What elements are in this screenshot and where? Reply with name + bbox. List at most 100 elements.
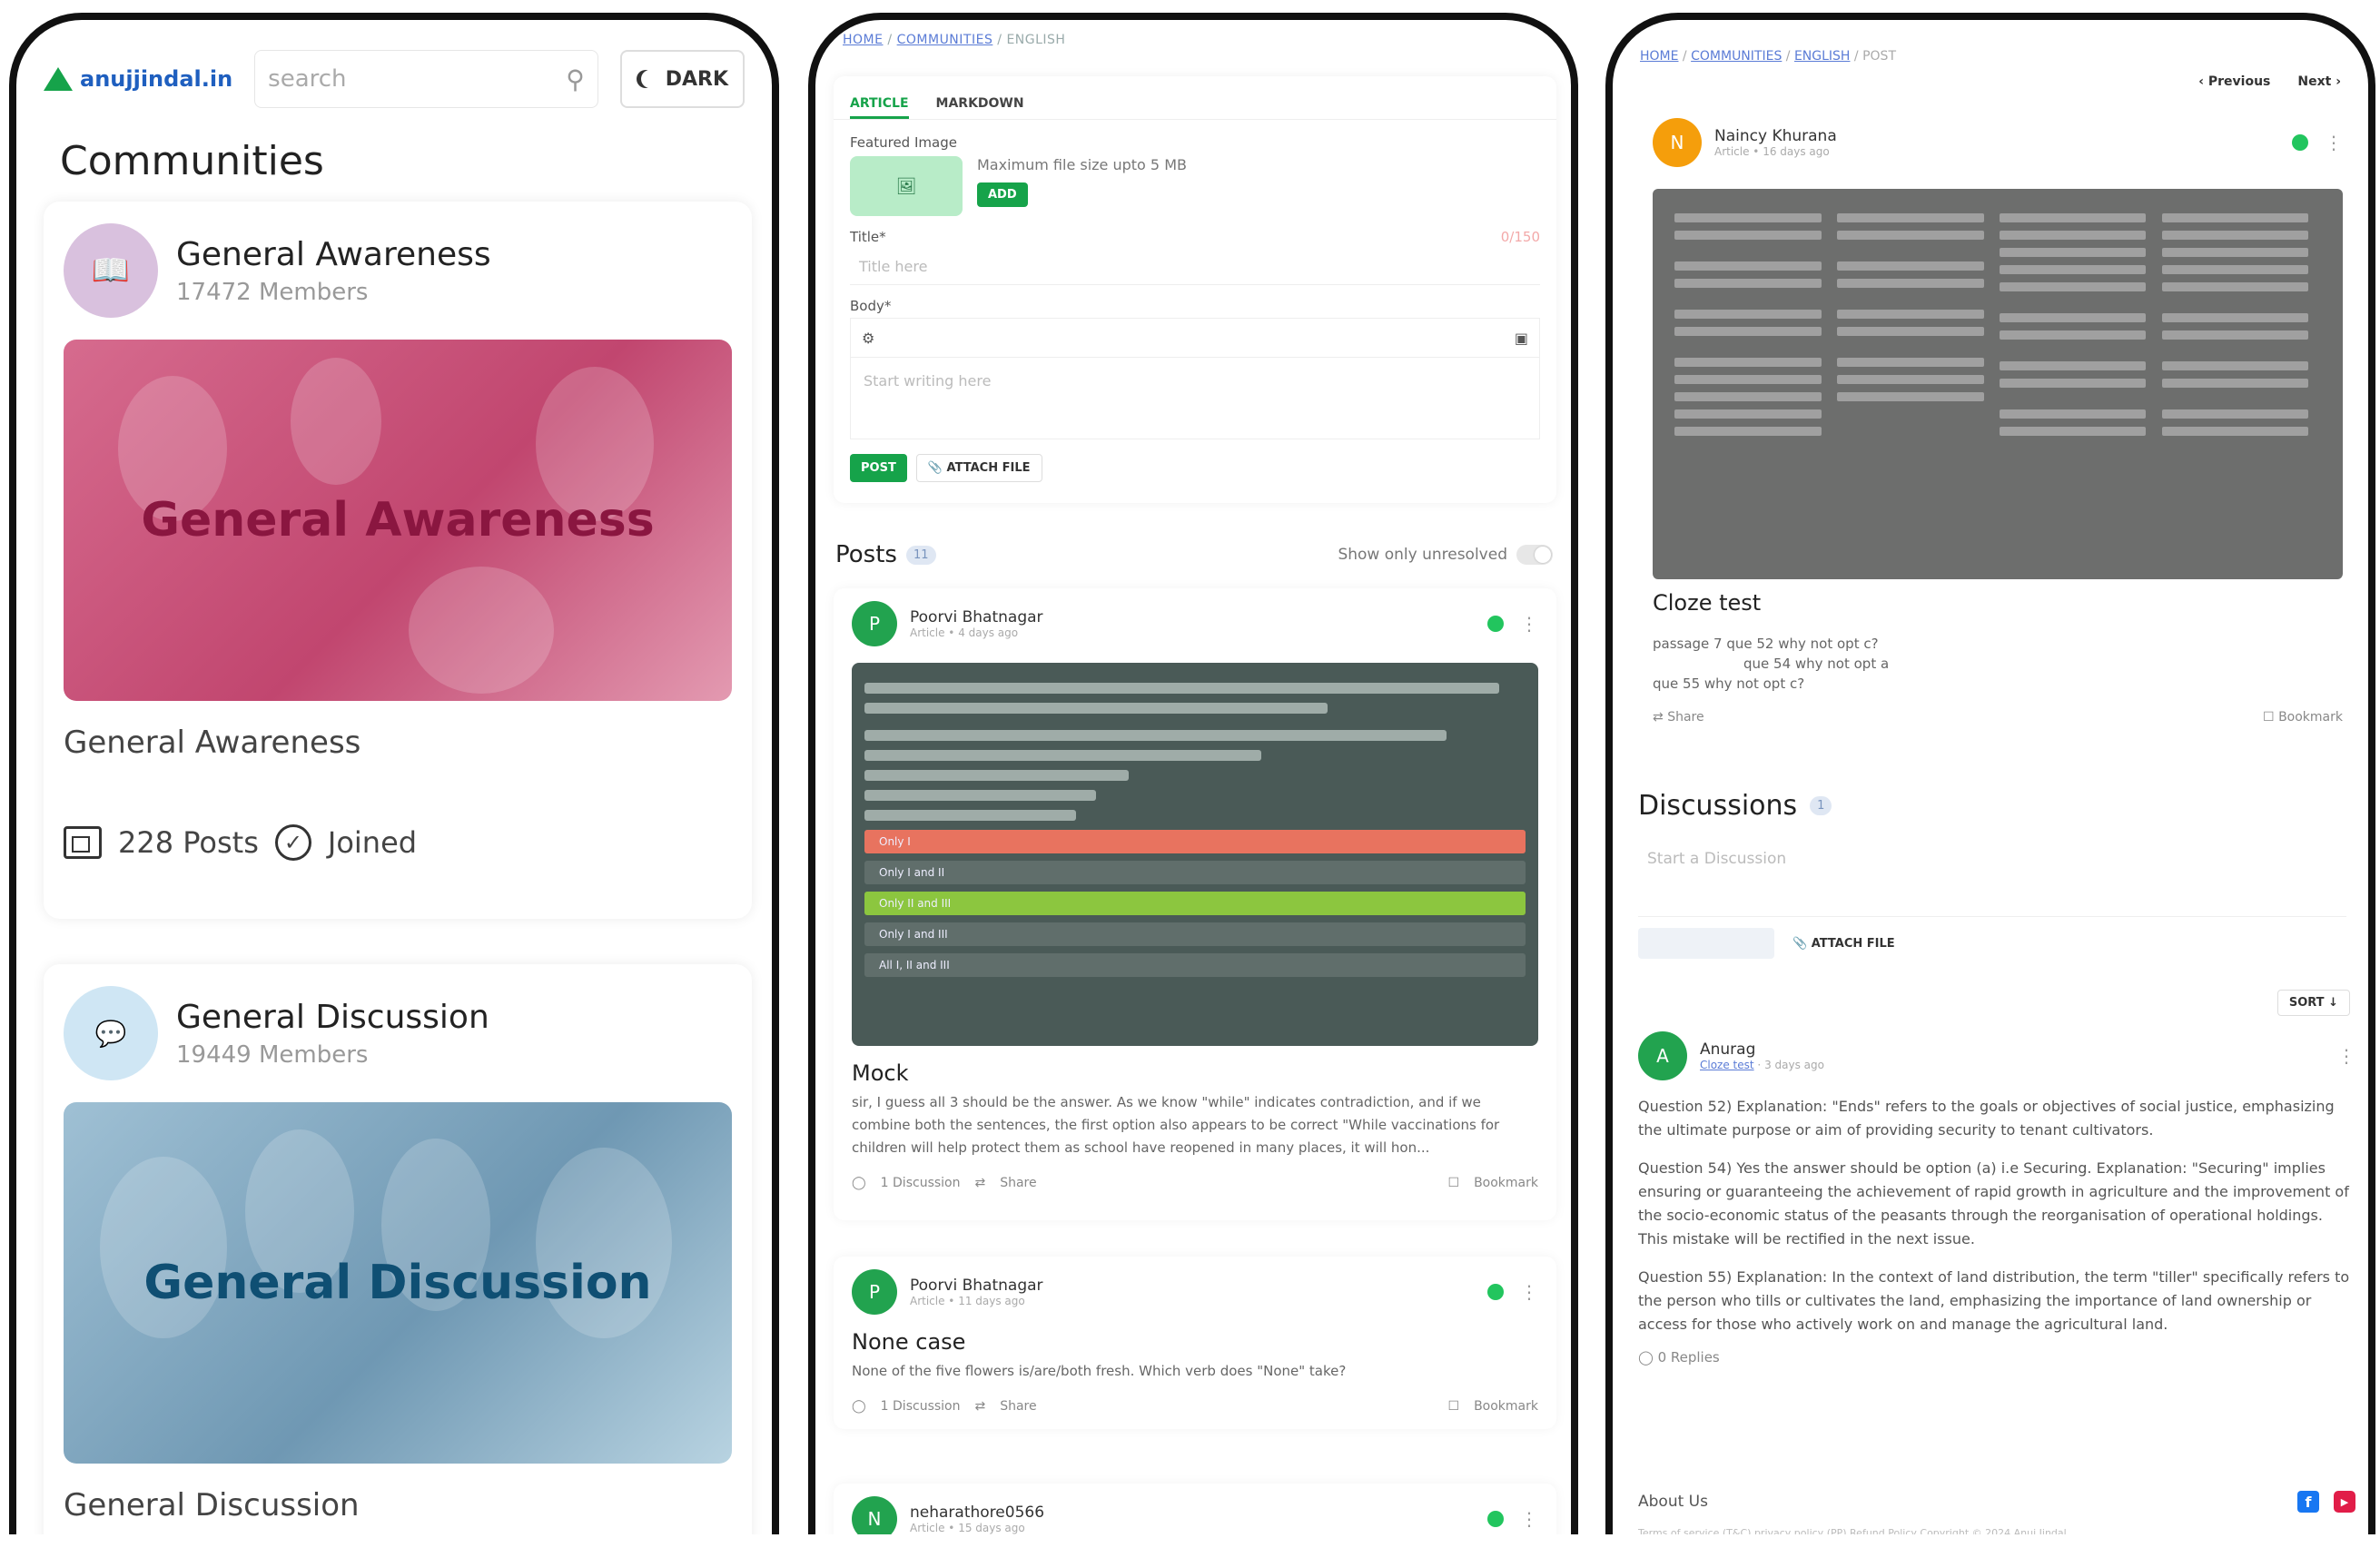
author-name[interactable]: Poorvi Bhatnagar [910, 1277, 1043, 1295]
tab-markdown[interactable]: MARKDOWN [936, 89, 1024, 119]
discussions-title: Discussions [1638, 790, 1798, 822]
post-meta: Article • 11 days ago [910, 1295, 1025, 1307]
comment: A Anurag Cloze test · 3 days ago ⋮ Quest… [1638, 1031, 2355, 1366]
paperclip-icon: 📎 [927, 461, 947, 475]
title-input[interactable]: Title here [850, 249, 1540, 285]
bookmark-button[interactable]: Bookmark [1474, 1399, 1538, 1414]
post-card[interactable]: N neharathore0566 Article • 15 days ago ⋮ [834, 1484, 1556, 1534]
bookmark-label: Bookmark [2278, 710, 2343, 725]
page-title: Communities [60, 138, 324, 184]
previous-link[interactable]: ‹ Previous [2198, 74, 2270, 89]
banner-title: General Awareness [141, 493, 655, 547]
bookmark-button[interactable]: Bookmark [1474, 1176, 1538, 1190]
breadcrumb-home[interactable]: HOME [1640, 49, 1678, 64]
logo-text: anujjindal.in [80, 66, 233, 92]
channel-name[interactable]: General Awareness [176, 236, 491, 273]
share-button[interactable]: Share [1000, 1399, 1036, 1414]
post-meta: Article • 15 days ago [910, 1522, 1025, 1534]
channel-subtitle: General Discussion [64, 1487, 360, 1523]
settings-icon[interactable]: ⚙ [862, 330, 874, 347]
comment-paragraph: Question 55) Explanation: In the context… [1638, 1268, 2350, 1333]
post-title[interactable]: Mock [852, 1060, 1538, 1086]
phone-english-posts: HOME / COMMUNITIES / ENGLISH ARTICLE MAR… [808, 13, 1578, 1534]
posts-count-badge: 11 [905, 545, 936, 565]
facebook-icon[interactable]: f [2297, 1491, 2319, 1513]
comment-paragraph: Question 52) Explanation: "Ends" refers … [1638, 1098, 2335, 1139]
about-us-link[interactable]: About Us [1638, 1493, 1708, 1511]
bookmark-icon: ☐ [1447, 1176, 1460, 1190]
post-body: None of the five flowers is/are/both fre… [852, 1363, 1347, 1379]
joined-status[interactable]: Joined [328, 825, 417, 860]
author-avatar: N [852, 1496, 897, 1534]
image-insert-icon[interactable]: ▣ [1515, 330, 1528, 347]
title-counter: 0/150 [1500, 229, 1540, 245]
post-image[interactable]: Only I Only I and II Only II and III Onl… [852, 663, 1538, 1046]
replies-count: 0 Replies [1657, 1349, 1720, 1366]
discussions-count-badge: 1 [1810, 796, 1832, 815]
replies-button[interactable]: ◯ 0 Replies [1638, 1349, 2355, 1366]
bookmark-button[interactable]: ☐ Bookmark [2263, 710, 2343, 725]
author-name[interactable]: Poorvi Bhatnagar [910, 608, 1043, 626]
discussion-count[interactable]: 1 Discussion [881, 1399, 961, 1414]
featured-image-upload[interactable]: 🖼 [850, 156, 963, 216]
channel-banner[interactable]: General Awareness [64, 340, 732, 701]
discussions-header: Discussions 1 [1638, 790, 1832, 822]
search-input[interactable]: search ⚲ [254, 50, 598, 108]
share-button[interactable]: ⇄ Share [1653, 710, 1704, 725]
channel-card-general-discussion[interactable]: 💬 General Discussion 19449 Members Gener… [44, 964, 752, 1534]
mock-option: Only I and II [864, 861, 1526, 884]
attach-file-button[interactable]: 📎 ATTACH FILE [915, 454, 1042, 482]
phone-communities: anujjindal.in search ⚲ DARK Communities … [9, 13, 779, 1534]
breadcrumb-communities[interactable]: COMMUNITIES [1691, 49, 1782, 64]
comment-icon: ◯ [852, 1399, 866, 1414]
discussion-count[interactable]: 1 Discussion [881, 1176, 961, 1190]
breadcrumb-communities[interactable]: COMMUNITIES [897, 33, 993, 47]
youtube-icon[interactable]: ▶ [2334, 1491, 2355, 1513]
mock-option: All I, II and III [864, 953, 1526, 977]
more-options-icon[interactable]: ⋮ [1520, 1281, 1538, 1303]
post-title[interactable]: None case [852, 1329, 1538, 1355]
breadcrumb-home[interactable]: HOME [843, 33, 883, 47]
post-meta: Article • 16 days ago [1714, 145, 1830, 158]
dark-mode-button[interactable]: DARK [619, 50, 745, 108]
post-image[interactable] [1653, 189, 2343, 579]
share-label: Share [1667, 710, 1704, 725]
channel-name[interactable]: General Discussion [176, 999, 489, 1036]
more-options-icon[interactable]: ⋮ [2337, 1045, 2355, 1067]
comment-tag[interactable]: Cloze test [1700, 1059, 1754, 1071]
more-options-icon[interactable]: ⋮ [1520, 1508, 1538, 1530]
unresolved-toggle[interactable] [1516, 545, 1553, 565]
post-button[interactable]: POST [850, 454, 907, 482]
search-icon[interactable]: ⚲ [566, 64, 585, 94]
more-options-icon[interactable]: ⋮ [1520, 613, 1538, 635]
phone-post-detail: HOME / COMMUNITIES / ENGLISH / POST ‹ Pr… [1605, 13, 2375, 1534]
channel-card-general-awareness[interactable]: 📖 General Awareness 17472 Members Genera… [44, 202, 752, 919]
commenter-name[interactable]: Anurag [1700, 1040, 1824, 1059]
body-textarea[interactable]: Start writing here [850, 358, 1540, 439]
resolved-check-icon [1487, 1284, 1504, 1300]
discussion-input[interactable]: Start a Discussion [1638, 843, 2346, 917]
author-name[interactable]: Naincy Khurana [1714, 127, 1837, 145]
add-image-button[interactable]: ADD [977, 182, 1028, 207]
post-card[interactable]: P Poorvi Bhatnagar Article • 11 days ago … [834, 1257, 1556, 1429]
post-body: passage 7 que 52 why not opt c? que 54 w… [1653, 634, 1889, 694]
breadcrumb-english[interactable]: ENGLISH [1794, 49, 1851, 64]
post-card[interactable]: P Poorvi Bhatnagar Article • 4 days ago ⋮… [834, 588, 1556, 1220]
tab-article[interactable]: ARTICLE [850, 89, 909, 119]
share-icon: ⇄ [974, 1176, 986, 1190]
author-name[interactable]: neharathore0566 [910, 1504, 1044, 1522]
footer: About Us f ▶ [1638, 1491, 2355, 1513]
more-options-icon[interactable]: ⋮ [2325, 132, 2343, 153]
share-button[interactable]: Share [1000, 1176, 1036, 1190]
book-icon: 📖 [91, 252, 131, 289]
mock-option: Only I [864, 830, 1526, 853]
comment-time: 3 days ago [1764, 1059, 1824, 1071]
sort-button[interactable]: SORT ↓ [2276, 990, 2350, 1016]
breadcrumb-current: ENGLISH [1006, 33, 1066, 47]
author-avatar: P [852, 1269, 897, 1315]
attach-file-button[interactable]: 📎 ATTACH FILE [1792, 937, 1895, 951]
channel-banner[interactable]: General Discussion [64, 1102, 732, 1464]
site-logo[interactable]: anujjindal.in [44, 66, 232, 92]
start-discussion-button[interactable] [1638, 928, 1774, 959]
next-link[interactable]: Next › [2297, 74, 2341, 89]
